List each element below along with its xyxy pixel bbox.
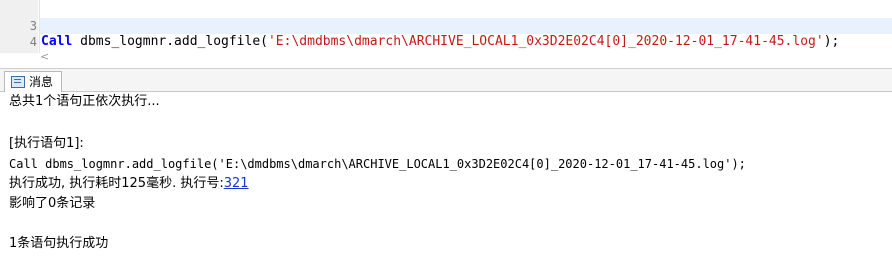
message-statement-header: [执行语句1]:	[9, 136, 84, 151]
code-line-4[interactable]: 4	[0, 18, 37, 49]
exec-number-link[interactable]: 321	[224, 176, 249, 191]
scroll-left-arrow-icon[interactable]: <	[40, 51, 50, 62]
line-number: 5	[0, 50, 37, 53]
code-line-3[interactable]: 3 Call dbms_logmnr.add_logfile('E:\dmdbm…	[0, 2, 840, 49]
string-literal: 'E:\dmdbms\dmarch\ARCHIVE_LOCAL1_0x3D2E0…	[267, 34, 824, 49]
sql-editor[interactable]: 3 Call dbms_logmnr.add_logfile('E:\dmdbm…	[0, 0, 892, 53]
message-result-text: 执行成功, 执行耗时125毫秒. 执行号:	[9, 176, 224, 191]
keyword-call: Call	[41, 34, 73, 49]
code-text[interactable]: Call dbms_logmnr.add_logfile('E:\dmdbms\…	[41, 34, 839, 50]
close-paren: );	[823, 34, 840, 49]
open-paren: (	[260, 34, 268, 49]
message-summary: 1条语句执行成功	[9, 236, 109, 251]
message-icon	[11, 76, 25, 88]
tab-messages-label: 消息	[29, 75, 54, 89]
code-line-5[interactable]: 5	[0, 34, 37, 53]
message-affected-rows: 影响了0条记录	[9, 196, 96, 211]
message-start: 总共1个语句正依次执行...	[9, 94, 160, 109]
tab-messages[interactable]: 消息	[4, 71, 63, 92]
current-line-highlight	[40, 18, 892, 34]
messages-panel: 总共1个语句正依次执行... [执行语句1]: Call dbms_logmnr…	[0, 92, 892, 262]
message-result: 执行成功, 执行耗时125毫秒. 执行号:321	[9, 174, 249, 194]
procedure-name: dbms_logmnr.add_logfile	[80, 34, 261, 49]
message-statement-text: Call dbms_logmnr.add_logfile('E:\dmdbms\…	[9, 157, 746, 171]
results-tab-bar: 消息	[0, 68, 892, 92]
